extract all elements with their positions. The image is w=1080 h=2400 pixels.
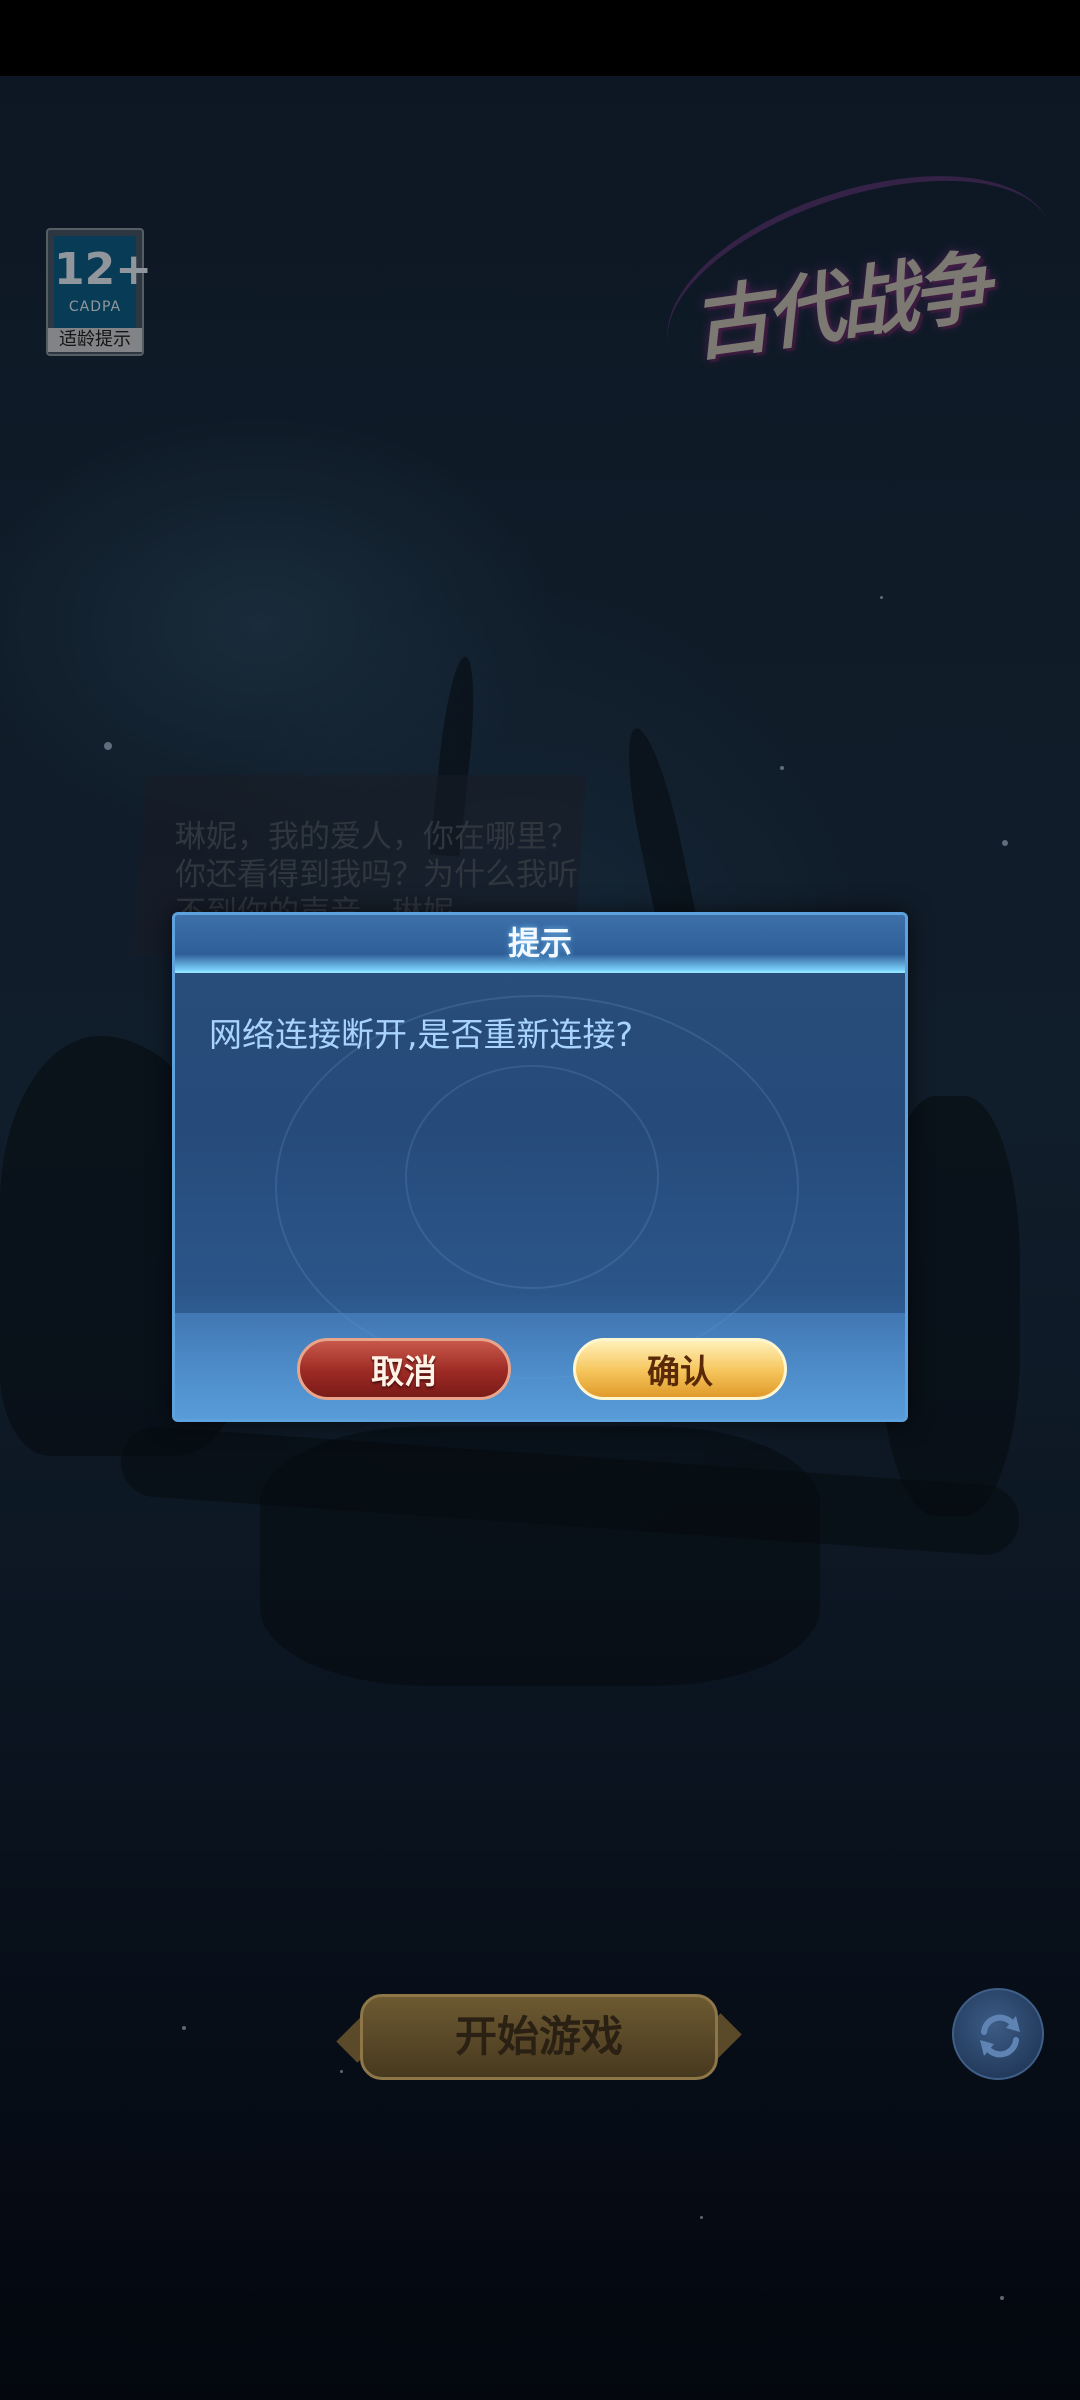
reconnect-dialog: 提示 网络连接断开,是否重新连接? 取消 确认 <box>172 912 908 1422</box>
confirm-button[interactable]: 确认 <box>573 1338 787 1400</box>
status-bar <box>0 0 1080 76</box>
refresh-button[interactable] <box>952 1988 1044 2080</box>
refresh-icon <box>980 2014 1020 2058</box>
cancel-button[interactable]: 取消 <box>297 1338 511 1400</box>
magic-circle-decoration <box>405 1065 659 1289</box>
dialog-footer <box>175 1313 905 1419</box>
start-game-button[interactable]: 开始游戏 <box>360 1994 718 2080</box>
dialog-message: 网络连接断开,是否重新连接? <box>209 1015 634 1054</box>
dialog-title: 提示 <box>507 924 572 962</box>
dialog-header: 提示 <box>175 915 905 973</box>
